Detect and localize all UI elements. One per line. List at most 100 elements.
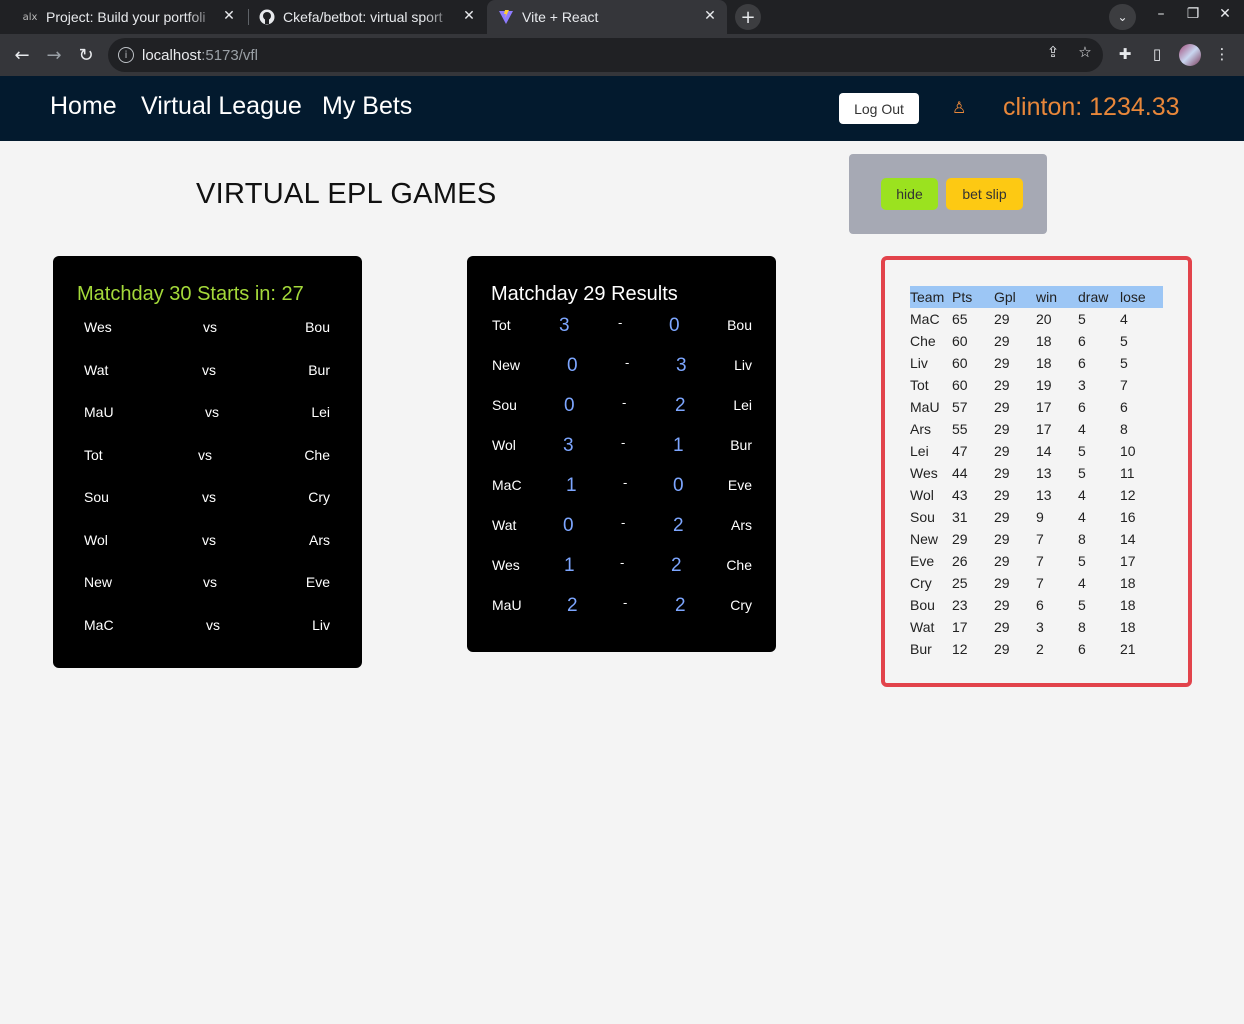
close-tab-icon[interactable]: ✕: [460, 8, 478, 24]
new-tab-icon[interactable]: +: [735, 4, 761, 30]
bet-slip-panel: hide bet slip: [849, 154, 1047, 234]
forward-icon[interactable]: →: [42, 43, 66, 67]
table-row: Cry 25 29 7 4 18: [910, 572, 1163, 594]
share-icon[interactable]: ⇪: [1043, 43, 1063, 61]
nav-link-virtual-league[interactable]: Virtual League: [141, 92, 302, 121]
table-cell: 4: [1078, 421, 1086, 437]
home-team: Tot: [492, 317, 511, 333]
logout-button[interactable]: Log Out: [839, 93, 919, 124]
browser-tab[interactable]: alx Project: Build your portfoli ✕: [0, 0, 246, 34]
nav-link-home[interactable]: Home: [50, 92, 117, 121]
nav-link-my-bets[interactable]: My Bets: [322, 92, 412, 121]
score-dash: -: [621, 515, 626, 530]
close-tab-icon[interactable]: ✕: [220, 8, 238, 24]
reload-icon[interactable]: ↻: [74, 43, 98, 67]
table-cell: 14: [1036, 443, 1052, 459]
away-score: 2: [671, 555, 682, 576]
table-row: Bou 23 29 6 5 18: [910, 594, 1163, 616]
tab-separator: [248, 9, 249, 25]
away-team: Liv: [312, 617, 330, 633]
close-tab-icon[interactable]: ✕: [701, 8, 719, 24]
result-row: MaC 1 - 0 Eve: [467, 475, 776, 499]
result-row: New 0 - 3 Liv: [467, 355, 776, 379]
column-header: win: [1036, 286, 1078, 308]
user-icon[interactable]: ♙: [952, 98, 966, 117]
menu-icon[interactable]: ⋮: [1212, 45, 1232, 63]
bookmark-star-icon[interactable]: ☆: [1075, 43, 1095, 61]
fixture-row[interactable]: Wat vs Bur: [53, 362, 362, 382]
table-cell: MaC: [910, 311, 940, 327]
home-team: Wes: [492, 557, 520, 573]
home-team: New: [84, 574, 113, 590]
extensions-icon[interactable]: ✚: [1115, 45, 1135, 63]
table-cell: 13: [1036, 465, 1052, 481]
away-score: 1: [673, 435, 684, 456]
table-cell: 5: [1078, 465, 1086, 481]
standings-body: MaC 65 29 20 5 4 Che 60 29 18 6 5 Liv 60 29 18 6 5 Tot 60 29…: [910, 308, 1163, 660]
away-team: Lei: [733, 397, 752, 413]
result-row: Sou 0 - 2 Lei: [467, 395, 776, 419]
fixture-row[interactable]: Wol vs Ars: [53, 532, 362, 552]
table-cell: 23: [952, 597, 968, 613]
table-cell: 18: [1120, 619, 1136, 635]
fixture-row[interactable]: MaC vs Liv: [53, 617, 362, 637]
table-cell: 17: [1036, 399, 1052, 415]
table-cell: 21: [1120, 641, 1136, 657]
back-icon[interactable]: ←: [10, 43, 34, 67]
fixture-row[interactable]: Wes vs Bou: [53, 319, 362, 339]
score-dash: -: [623, 475, 628, 490]
fixture-row[interactable]: Tot vs Che: [53, 447, 362, 467]
table-cell: 29: [994, 311, 1010, 327]
table-cell: 60: [952, 333, 968, 349]
table-cell: 3: [1036, 619, 1044, 635]
vs-label: vs: [203, 574, 217, 590]
maximize-icon[interactable]: ❐: [1182, 6, 1204, 22]
side-panel-icon[interactable]: ▯: [1147, 45, 1167, 63]
table-cell: 17: [1036, 421, 1052, 437]
url-host: localhost: [142, 46, 202, 64]
vs-label: vs: [198, 447, 212, 463]
table-row: Tot 60 29 19 3 7: [910, 374, 1163, 396]
table-cell: 29: [994, 377, 1010, 393]
hide-button[interactable]: hide: [881, 178, 938, 210]
home-team: New: [492, 357, 521, 373]
fixture-row[interactable]: New vs Eve: [53, 574, 362, 594]
app-navbar: Home Virtual League My Bets Log Out ♙ cl…: [0, 76, 1244, 141]
table-cell: 13: [1036, 487, 1052, 503]
close-window-icon[interactable]: ✕: [1214, 6, 1236, 22]
table-cell: 25: [952, 575, 968, 591]
fixture-row[interactable]: Sou vs Cry: [53, 489, 362, 509]
table-row: Bur 12 29 2 6 21: [910, 638, 1163, 660]
address-bar[interactable]: i localhost:5173/vfl: [108, 38, 1103, 72]
table-row: Che 60 29 18 6 5: [910, 330, 1163, 352]
table-cell: 7: [1036, 531, 1044, 547]
home-score: 0: [564, 395, 575, 416]
vs-label: vs: [202, 532, 216, 548]
table-cell: 29: [994, 355, 1010, 371]
site-info-icon[interactable]: i: [118, 47, 134, 63]
profile-avatar[interactable]: [1179, 44, 1201, 66]
table-row: Lei 47 29 14 5 10: [910, 440, 1163, 462]
minimize-icon[interactable]: –: [1150, 6, 1172, 22]
table-cell: 29: [994, 487, 1010, 503]
tab-search-icon[interactable]: ⌄: [1109, 4, 1136, 30]
fixture-row[interactable]: MaU vs Lei: [53, 404, 362, 424]
away-team: Cry: [730, 597, 752, 613]
browser-tab[interactable]: Ckefa/betbot: virtual sport ✕: [250, 0, 486, 34]
table-cell: 19: [1036, 377, 1052, 393]
away-team: Che: [726, 557, 752, 573]
bet-slip-button[interactable]: bet slip: [946, 178, 1023, 210]
table-cell: 3: [1078, 377, 1086, 393]
table-cell: 29: [994, 553, 1010, 569]
away-team: Cry: [308, 489, 330, 505]
column-header: lose: [1120, 286, 1163, 308]
results-title: Matchday 29 Results: [491, 283, 678, 305]
countdown-title: Matchday 30 Starts in: 27: [77, 283, 304, 305]
table-row: Liv 60 29 18 6 5: [910, 352, 1163, 374]
table-cell: Bur: [910, 641, 932, 657]
standings-table: Team Pts Gpl win draw lose MaC 65 29 20 5 4 Ch…: [910, 286, 1163, 660]
vs-label: vs: [205, 404, 219, 420]
table-cell: 29: [994, 443, 1010, 459]
table-cell: Wes: [910, 465, 938, 481]
browser-tab-active[interactable]: Vite + React ✕: [487, 0, 727, 34]
